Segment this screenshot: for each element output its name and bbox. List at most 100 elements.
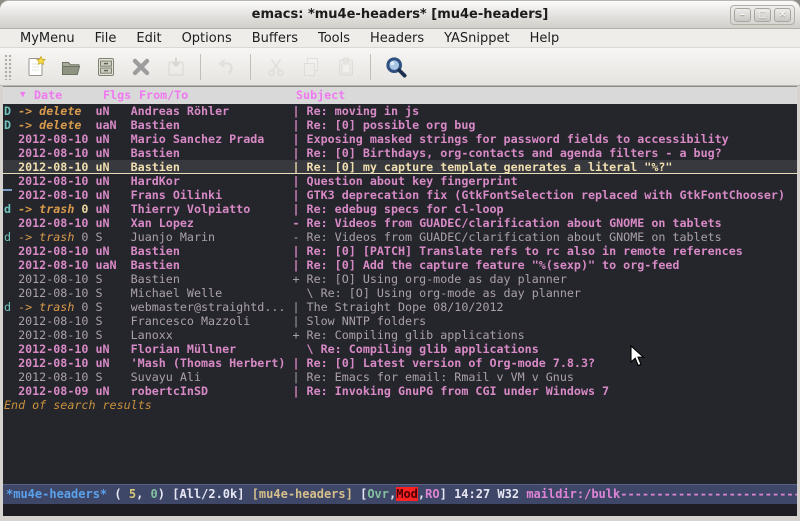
message-row[interactable]: 2012-08-10SLanoxx+ Re: Compiling glib ap… <box>3 328 797 342</box>
message-row[interactable]: 2012-08-10uaNBastien| Re: [0] Add the ca… <box>3 258 797 272</box>
message-row[interactable]: 2012-08-10uNBastien| Re: [0] my capture … <box>3 160 797 174</box>
row-subject: | Re: [0] possible org bug <box>292 118 797 132</box>
toolbar-button-save[interactable] <box>90 52 121 82</box>
row-subject: | Question about key fingerprint <box>292 174 797 188</box>
row-subject: | The Straight Dope 08/10/2012 <box>292 300 797 314</box>
message-row[interactable]: 2012-08-10uN'Mash (Thomas Herbert)| Re: … <box>3 356 797 370</box>
maximize-icon: □ <box>758 11 767 20</box>
minimize-icon: – <box>740 11 745 20</box>
paste-icon <box>334 55 358 79</box>
row-date: 2012-08-09 <box>18 384 95 398</box>
row-mark <box>4 244 18 258</box>
modeline-segment: RO <box>425 487 439 501</box>
row-date: 2012-08-10 <box>18 370 95 384</box>
row-date: 2012-08-10 <box>18 258 95 272</box>
close-button[interactable]: ✕ <box>774 8 791 22</box>
message-row[interactable]: d-> trash 0SJuanjo Marin- Re: Videos fro… <box>3 230 797 244</box>
message-row[interactable]: 2012-08-10uNFrans Oilinki| GTK3 deprecat… <box>3 188 797 202</box>
toolbar-button-search[interactable] <box>380 52 411 82</box>
row-date: 2012-08-10 <box>18 160 95 173</box>
row-from: 'Mash (Thomas Herbert) <box>131 356 293 370</box>
menu-item-options[interactable]: Options <box>174 30 240 47</box>
row-flags: S <box>95 230 130 244</box>
message-row[interactable]: 2012-08-10uNXan Lopez- Re: Videos from G… <box>3 216 797 230</box>
modeline-segment: ( <box>107 487 129 501</box>
toolbar-button-save-as <box>160 52 191 82</box>
row-flags: uN <box>95 104 130 118</box>
save-icon <box>94 55 118 79</box>
row-flags: uN <box>95 132 130 146</box>
row-flags: uN <box>95 146 130 160</box>
row-date: 2012-08-10 <box>18 188 95 202</box>
modeline-segment: ----------------------------------------… <box>620 487 797 501</box>
menu-item-edit[interactable]: Edit <box>128 30 169 47</box>
row-mark <box>4 342 18 356</box>
row-mark <box>4 314 18 328</box>
modeline-segment: ) <box>158 487 172 501</box>
column-header-flags[interactable]: Flgs <box>103 87 131 104</box>
message-row[interactable]: 2012-08-10SMichael Welle \ Re: [O] Using… <box>3 286 797 300</box>
menu-item-mymenu[interactable]: MyMenu <box>12 30 83 47</box>
message-row[interactable]: 2012-08-10SBastien+ Re: [O] Using org-mo… <box>3 272 797 286</box>
toolbar-button-new-file[interactable] <box>20 52 51 82</box>
column-header-subject[interactable]: Subject <box>296 87 345 104</box>
row-flags: uN <box>95 188 130 202</box>
row-flags: S <box>95 314 130 328</box>
message-row[interactable]: 2012-08-09uNrobertcInSD| Re: Invoking Gn… <box>3 384 797 398</box>
menu-item-headers[interactable]: Headers <box>362 30 432 47</box>
toolbar-button-cut <box>260 52 291 82</box>
toolbar-grip-handle[interactable] <box>4 54 12 80</box>
minimize-button[interactable]: – <box>734 8 751 22</box>
message-row[interactable]: D-> deleteuNAndreas Röhler| Re: moving i… <box>3 104 797 118</box>
modeline-segment: maildir:/bulk <box>526 487 620 501</box>
message-row[interactable]: d-> trash 0Swebmaster@straightd...| The … <box>3 300 797 314</box>
mode-line[interactable]: *mu4e-headers* ( 5, 0) [All/2.0k] [mu4e-… <box>3 484 797 504</box>
window-controls: – □ ✕ <box>730 5 795 25</box>
row-subject: | Slow NNTP folders <box>292 314 797 328</box>
row-from: Juanjo Marin <box>131 230 293 244</box>
message-row[interactable]: 2012-08-10SSuvayu Ali| Re: Emacs for ema… <box>3 370 797 384</box>
toolbar <box>0 48 800 86</box>
message-row[interactable]: d-> trash 0uNThierry Volpiatto| Re: edeb… <box>3 202 797 216</box>
message-row[interactable]: 2012-08-10uNMario Sanchez Prada| Exposin… <box>3 132 797 146</box>
modeline-segment: *mu4e-headers* <box>6 487 107 501</box>
row-subject: | Re: [0] [PATCH] Translate refs to rc a… <box>292 244 797 258</box>
toolbar-button-open-folder[interactable] <box>55 52 86 82</box>
row-flags: uN <box>95 244 130 258</box>
menu-item-file[interactable]: File <box>87 30 125 47</box>
row-date: 2012-08-10 <box>18 272 95 286</box>
menu-item-tools[interactable]: Tools <box>310 30 358 47</box>
message-row[interactable]: 2012-08-10uNHardKor| Question about key … <box>3 174 797 188</box>
toolbar-button-close[interactable] <box>125 52 156 82</box>
modeline-segment: 14:27 W32 <box>454 487 526 501</box>
message-row[interactable]: 2012-08-10uNFlorian Müllner \ Re: Compil… <box>3 342 797 356</box>
row-flags: uN <box>95 356 130 370</box>
menu-item-help[interactable]: Help <box>522 30 568 47</box>
title-bar[interactable]: emacs: *mu4e-headers* [mu4e-headers] – □… <box>0 1 800 29</box>
message-row[interactable]: 2012-08-10uNBastien| Re: [0] [PATCH] Tra… <box>3 244 797 258</box>
row-subject: | Re: [0] Latest version of Org-mode 7.8… <box>292 356 797 370</box>
menu-item-yasnippet[interactable]: YASnippet <box>436 30 518 47</box>
row-from: Bastien <box>131 160 293 173</box>
maximize-button[interactable]: □ <box>754 8 771 22</box>
menu-item-buffers[interactable]: Buffers <box>244 30 306 47</box>
row-subject: - Re: Videos from GUADEC/clarification a… <box>292 230 797 244</box>
row-mark: D <box>4 104 18 118</box>
row-mark: d <box>4 300 18 314</box>
message-row[interactable]: 2012-08-10SFrancesco Mazzoli| Slow NNTP … <box>3 314 797 328</box>
row-mark <box>4 174 18 188</box>
row-flags: uaN <box>95 118 130 132</box>
column-header-from[interactable]: From/To <box>139 87 188 104</box>
cut-icon <box>264 55 288 79</box>
row-flags: S <box>95 272 130 286</box>
window-title: emacs: *mu4e-headers* [mu4e-headers] <box>0 7 800 22</box>
echo-area[interactable] <box>3 504 797 516</box>
row-mark <box>4 328 18 342</box>
message-row[interactable]: D-> deleteuaNBastien| Re: [0] possible o… <box>3 118 797 132</box>
row-mark <box>4 384 18 398</box>
undo-icon <box>214 55 238 79</box>
column-header-date[interactable]: Date <box>34 87 62 104</box>
row-flags: S <box>95 328 130 342</box>
search-icon <box>384 55 408 79</box>
message-row[interactable]: 2012-08-10uNBastien| Re: [0] Birthdays, … <box>3 146 797 160</box>
